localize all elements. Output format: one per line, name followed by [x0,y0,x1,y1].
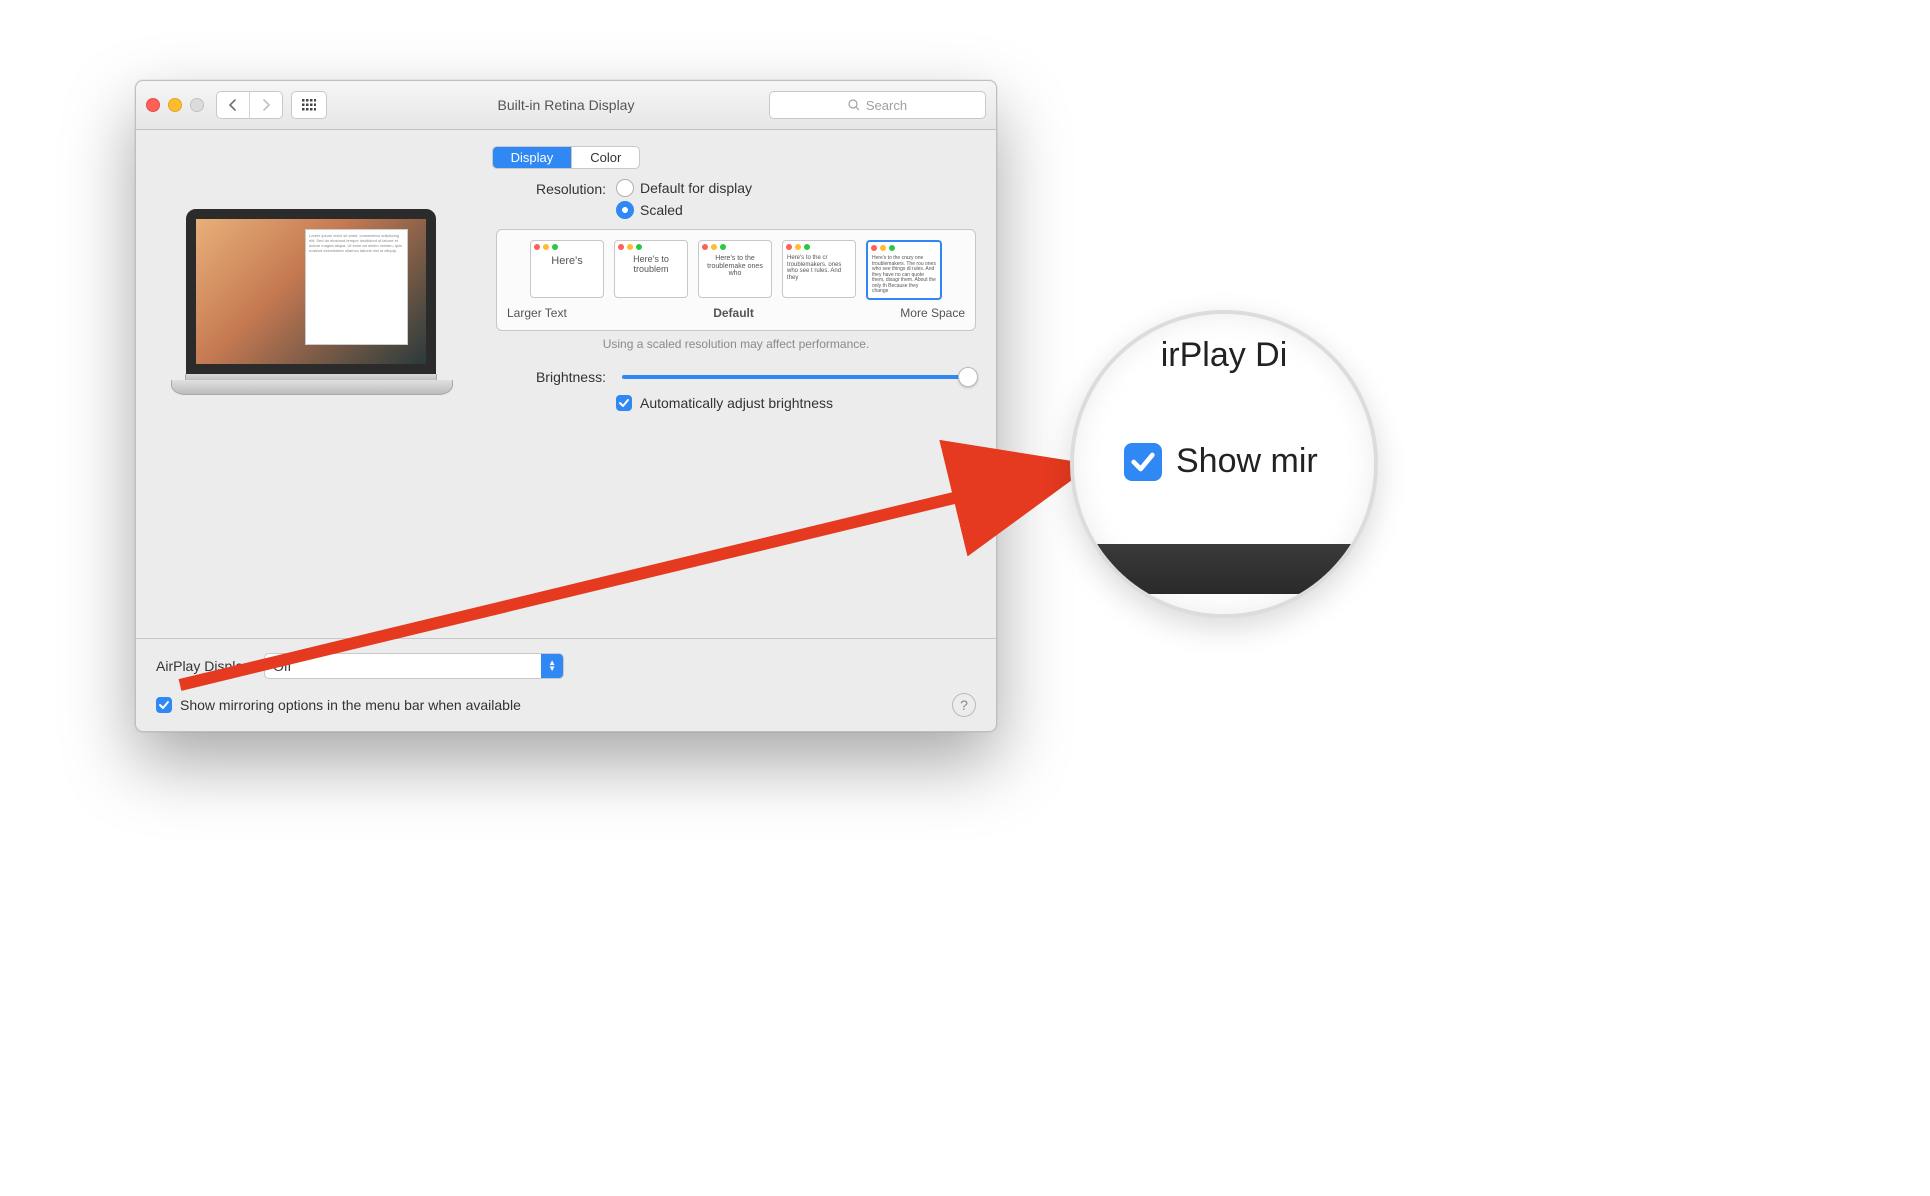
magnifier-callout: irPlay Di Show mir [1070,310,1378,618]
scale-labels: Larger Text Default More Space [507,306,965,320]
prefs-window: Built-in Retina Display Search Display C… [135,80,997,732]
checkbox-checked-icon [616,395,632,411]
zoom-window-button[interactable] [190,98,204,112]
magnifier-label: Show mir [1176,442,1318,481]
magnifier-checkbox-icon [1124,443,1162,481]
settings-column: Resolution: Default for display Scaled [496,179,976,622]
grid-icon [302,99,316,111]
search-placeholder: Search [866,98,907,113]
show-all-button[interactable] [291,91,327,119]
help-button[interactable]: ? [952,693,976,717]
popup-arrows-icon: ▲▼ [541,654,563,678]
scale-label-right: More Space [900,306,965,320]
airplay-label: AirPlay Display: [156,658,254,674]
nav-back-forward [216,91,283,119]
footer: AirPlay Display: Off ▲▼ Show mirroring o… [136,638,996,731]
back-button[interactable] [217,92,249,118]
chevron-right-icon [261,99,271,111]
slider-knob[interactable] [958,367,978,387]
scale-option-0[interactable]: Here's [530,240,604,298]
auto-brightness-label: Automatically adjust brightness [640,395,833,411]
window-title: Built-in Retina Display [498,97,635,113]
mirroring-label: Show mirroring options in the menu bar w… [180,697,521,713]
resolution-label: Resolution: [496,179,616,197]
scale-chooser-box: Here's Here's to troublem Here's to the … [496,229,976,331]
resolution-default-radio[interactable]: Default for display [616,179,752,197]
laptop-screen: Lorem ipsum dolor sit amet, consectetur … [186,209,436,374]
mirroring-checkbox[interactable] [156,697,172,713]
airplay-popup[interactable]: Off ▲▼ [264,653,564,679]
close-window-button[interactable] [146,98,160,112]
tab-display[interactable]: Display [493,147,572,168]
magnifier-dark-strip [1074,544,1374,594]
resolution-scaled-radio[interactable]: Scaled [616,201,752,219]
search-input[interactable]: Search [769,91,986,119]
forward-button[interactable] [249,92,282,118]
resolution-default-label: Default for display [640,180,752,196]
magnifier-top-text: irPlay Di [1161,336,1288,375]
traffic-lights [146,98,204,112]
minimize-window-button[interactable] [168,98,182,112]
laptop-graphic: Lorem ipsum dolor sit amet, consectetur … [171,209,451,622]
brightness-slider[interactable] [622,375,976,379]
performance-note: Using a scaled resolution may affect per… [496,337,976,351]
resolution-scaled-label: Scaled [640,202,683,218]
tabs-row: Display Color [136,130,996,179]
scale-option-4[interactable]: Here's to the crazy one troublemakers. T… [866,240,942,300]
titlebar: Built-in Retina Display Search [136,81,996,130]
auto-brightness-checkbox[interactable]: Automatically adjust brightness [616,395,976,411]
chevron-left-icon [228,99,238,111]
laptop-doc-icon: Lorem ipsum dolor sit amet, consectetur … [305,229,408,345]
search-icon [848,99,860,111]
content: Lorem ipsum dolor sit amet, consectetur … [136,179,996,638]
airplay-selected: Off [273,658,291,674]
scale-option-2[interactable]: Here's to the troublemake ones who [698,240,772,298]
scale-option-1[interactable]: Here's to troublem [614,240,688,298]
tabs: Display Color [492,146,641,169]
scale-label-mid: Default [713,306,754,320]
display-preview: Lorem ipsum dolor sit amet, consectetur … [156,179,466,622]
scale-label-left: Larger Text [507,306,567,320]
brightness-label: Brightness: [496,369,616,385]
tab-color[interactable]: Color [571,147,639,168]
scale-option-3[interactable]: Here's to the cr troublemakers. ones who… [782,240,856,298]
